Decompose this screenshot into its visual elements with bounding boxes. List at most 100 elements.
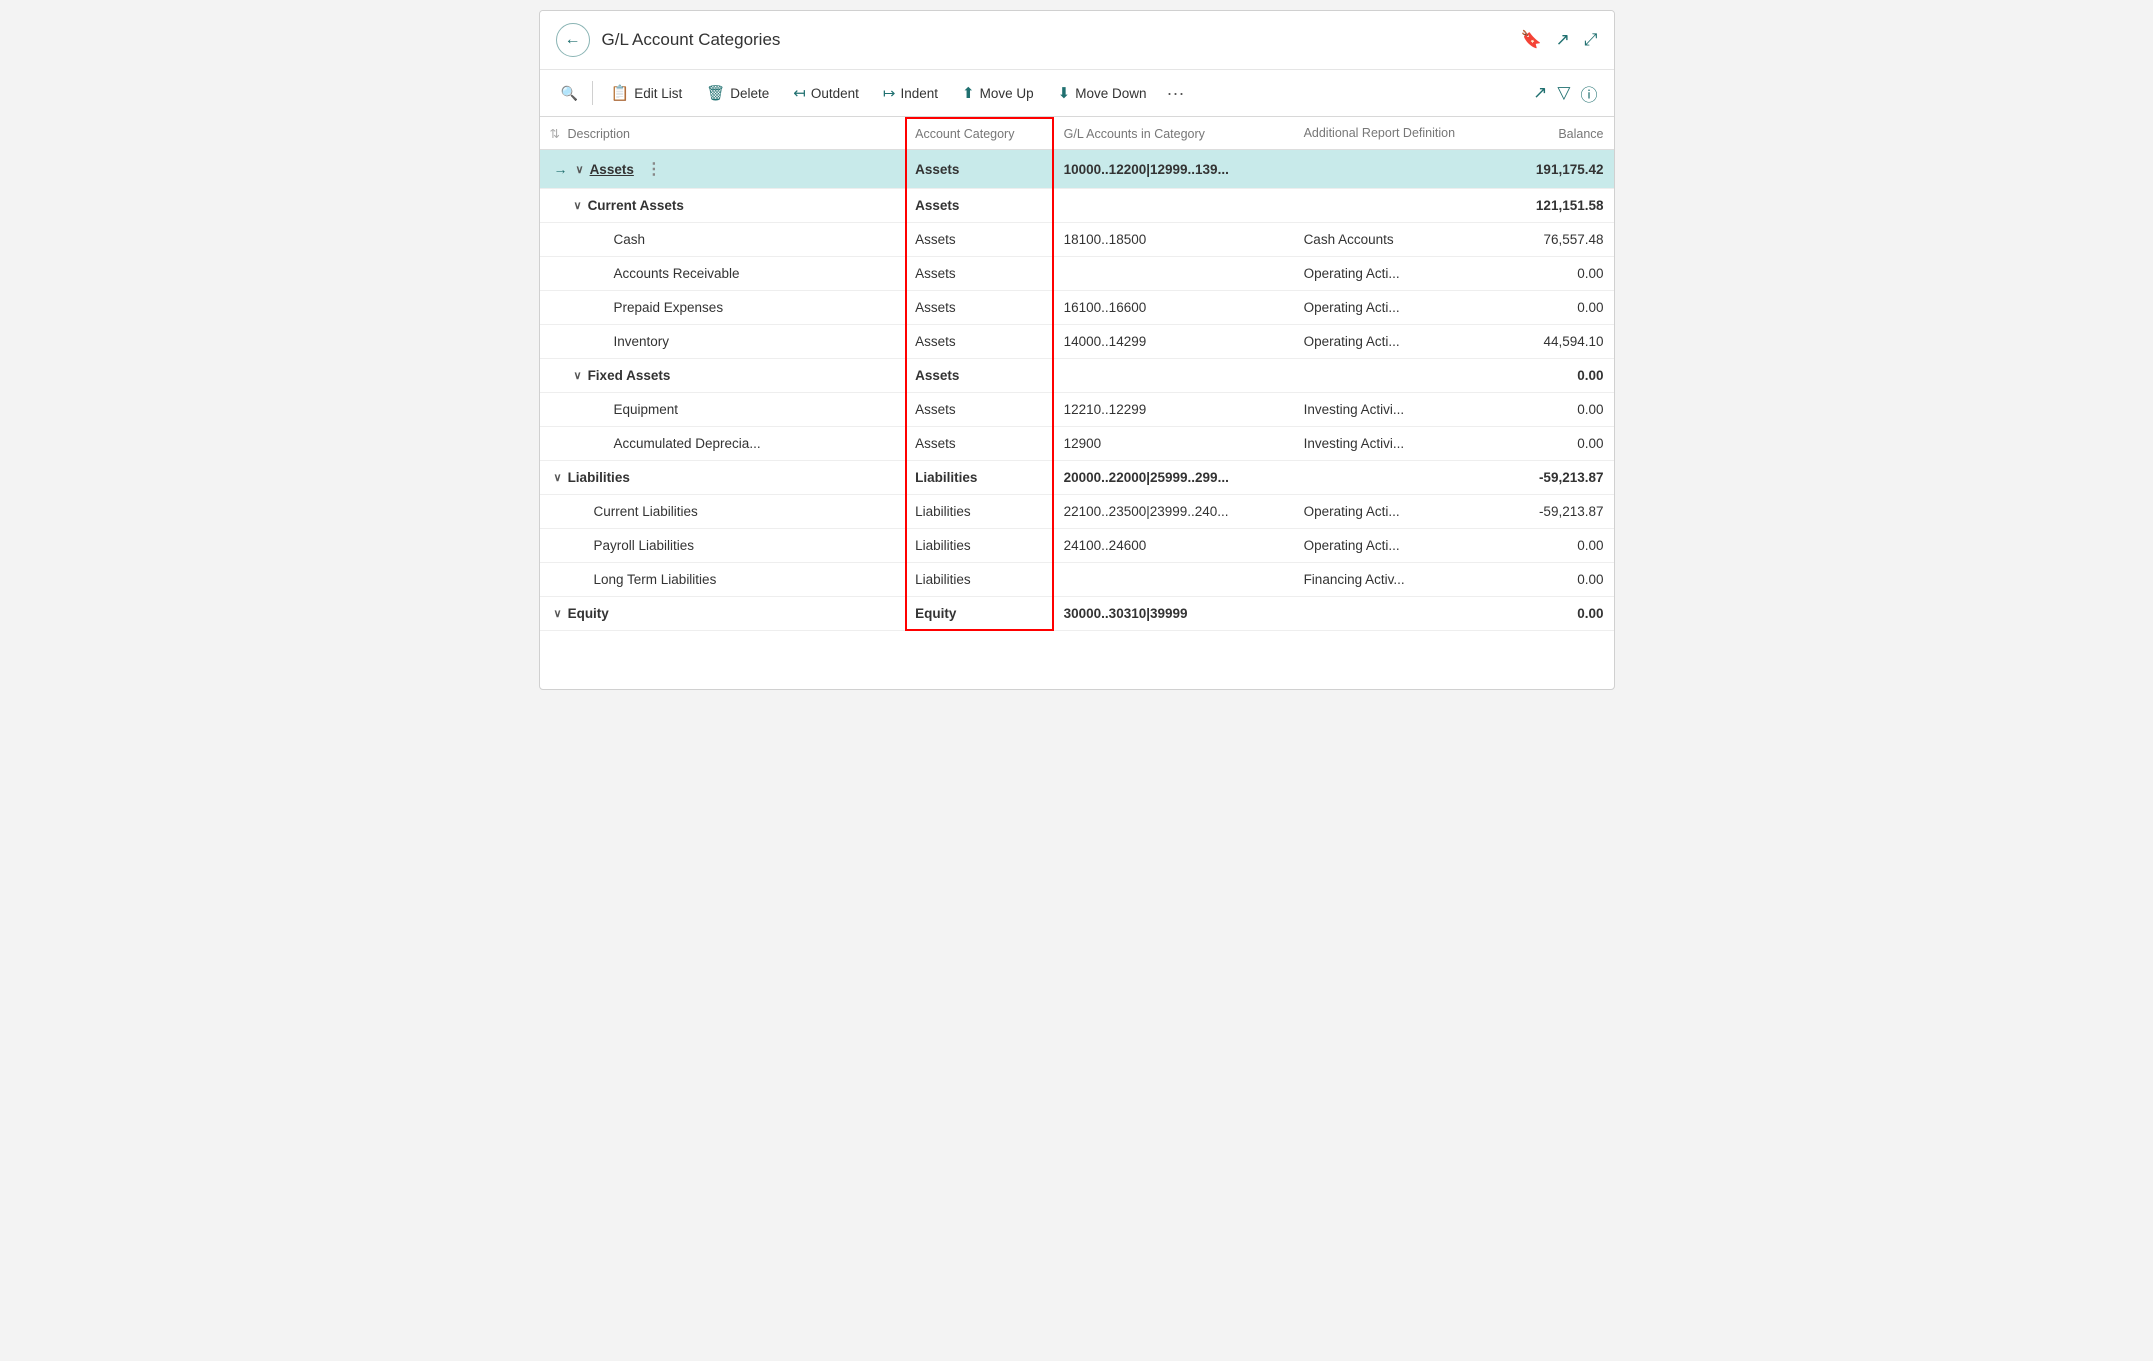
row-context-menu[interactable]: ⋮ — [646, 159, 662, 179]
cell-gl-accounts: 12210..12299 — [1054, 393, 1294, 427]
cell-gl-accounts: 14000..14299 — [1054, 325, 1294, 359]
cell-balance: 0.00 — [1476, 427, 1613, 461]
search-button[interactable]: 🔍 — [556, 79, 584, 107]
cell-additional-report — [1294, 189, 1477, 223]
cell-additional-report — [1294, 150, 1477, 189]
export-icon[interactable]: ↗ — [1533, 83, 1547, 103]
cell-additional-report: Operating Acti... — [1294, 257, 1477, 291]
description-text: Fixed Assets — [588, 368, 671, 383]
row-arrow-indicator: → — [554, 161, 568, 177]
cell-additional-report: Operating Acti... — [1294, 291, 1477, 325]
cell-account-category: Assets — [905, 359, 1054, 393]
table-row[interactable]: InventoryAssets14000..14299Operating Act… — [540, 325, 1614, 359]
cell-description: Cash — [540, 223, 906, 257]
cell-additional-report: Cash Accounts — [1294, 223, 1477, 257]
cell-account-category: Assets — [905, 257, 1054, 291]
move-up-label: Move Up — [980, 86, 1034, 101]
table-row[interactable]: ∨EquityEquity30000..30310|399990.00 — [540, 597, 1614, 631]
table-row[interactable]: EquipmentAssets12210..12299Investing Act… — [540, 393, 1614, 427]
cell-additional-report: Operating Acti... — [1294, 495, 1477, 529]
title-actions: 🔖 ↗ ⤢ — [1520, 30, 1597, 50]
sort-icon: ⇅ — [550, 127, 560, 141]
table-row[interactable]: ∨Current AssetsAssets121,151.58 — [540, 189, 1614, 223]
cell-description: Inventory — [540, 325, 906, 359]
table-row[interactable]: Accumulated Deprecia...Assets12900Invest… — [540, 427, 1614, 461]
cell-description: ∨Liabilities — [540, 461, 906, 495]
title-bar: ← G/L Account Categories 🔖 ↗ ⤢ — [540, 11, 1614, 70]
chevron-icon[interactable]: ∨ — [554, 607, 562, 620]
delete-icon: 🗑 — [706, 84, 725, 102]
table-wrapper: ⇅ Description Account Category G/L Accou… — [540, 117, 1614, 631]
move-down-button[interactable]: ⬇ Move Down — [1048, 78, 1157, 108]
edit-list-button[interactable]: 📋 Edit List — [601, 78, 693, 108]
chevron-icon[interactable]: ∨ — [574, 199, 582, 212]
cell-description: Accumulated Deprecia... — [540, 427, 906, 461]
cell-description: Long Term Liabilities — [540, 563, 906, 597]
cell-balance: -59,213.87 — [1476, 461, 1613, 495]
cell-description: → ∨ Assets ⋮ — [540, 150, 906, 189]
cell-additional-report — [1294, 597, 1477, 631]
share-icon[interactable]: ↗ — [1556, 30, 1570, 50]
back-button[interactable]: ← — [556, 23, 590, 57]
cell-balance: 76,557.48 — [1476, 223, 1613, 257]
table-row[interactable]: ∨Fixed AssetsAssets0.00 — [540, 359, 1614, 393]
cell-description: Payroll Liabilities — [540, 529, 906, 563]
more-options-button[interactable]: ··· — [1161, 83, 1191, 104]
bookmark-icon[interactable]: 🔖 — [1520, 30, 1541, 50]
cell-additional-report: Financing Activ... — [1294, 563, 1477, 597]
expand-icon[interactable]: ⤢ — [1584, 30, 1598, 50]
cell-gl-accounts: 16100..16600 — [1054, 291, 1294, 325]
indent-icon: ↦ — [883, 84, 896, 102]
table-container[interactable]: ⇅ Description Account Category G/L Accou… — [540, 117, 1614, 631]
chevron-icon[interactable]: ∨ — [574, 369, 582, 382]
cell-description: Equipment — [540, 393, 906, 427]
chevron-icon[interactable]: ∨ — [554, 471, 562, 484]
table-row[interactable]: Prepaid ExpensesAssets16100..16600Operat… — [540, 291, 1614, 325]
filter-icon[interactable]: ▽ — [1557, 83, 1570, 103]
edit-list-icon: 📋 — [611, 84, 630, 102]
cell-balance: 0.00 — [1476, 563, 1613, 597]
cell-balance: 0.00 — [1476, 393, 1613, 427]
indent-button[interactable]: ↦ Indent — [873, 78, 948, 108]
chevron-icon[interactable]: ∨ — [576, 163, 584, 176]
cell-account-category: Liabilities — [905, 563, 1054, 597]
table-row[interactable]: Payroll LiabilitiesLiabilities24100..246… — [540, 529, 1614, 563]
table-row[interactable]: Accounts Receivable Assets Operating Acti.… — [540, 257, 1614, 291]
cell-gl-accounts: 24100..24600 — [1054, 529, 1294, 563]
cell-additional-report: Investing Activi... — [1294, 393, 1477, 427]
app-window: ← G/L Account Categories 🔖 ↗ ⤢ 🔍 📋 Edit … — [539, 10, 1615, 690]
description-text: Equity — [568, 606, 609, 621]
table-row[interactable]: Current LiabilitiesLiabilities22100..235… — [540, 495, 1614, 529]
cell-gl-accounts — [1054, 257, 1294, 291]
cell-account-category: Assets — [905, 223, 1054, 257]
cell-description: ∨Current Assets — [540, 189, 906, 223]
cell-account-category: Liabilities — [905, 461, 1054, 495]
move-up-button[interactable]: ⬆ Move Up — [952, 78, 1044, 108]
outdent-button[interactable]: ↤ Outdent — [783, 78, 869, 108]
table-row[interactable]: ∨LiabilitiesLiabilities20000..22000|2599… — [540, 461, 1614, 495]
cell-gl-accounts: 20000..22000|25999..299... — [1054, 461, 1294, 495]
cell-gl-accounts — [1054, 359, 1294, 393]
cell-additional-report: Operating Acti... — [1294, 529, 1477, 563]
th-additional-report: Additional Report Definition — [1294, 117, 1477, 150]
th-gl-accounts: G/L Accounts in Category — [1054, 117, 1294, 150]
cell-balance: 0.00 — [1476, 529, 1613, 563]
description-text: Cash — [614, 232, 646, 247]
toolbar-right-actions: ↗ ▽ ⓘ — [1533, 81, 1597, 106]
cell-description: ∨ Fixed Assets — [540, 359, 906, 393]
description-text: Prepaid Expenses — [614, 300, 724, 315]
description-text: Accounts Receivable — [614, 266, 740, 281]
table-row[interactable]: → ∨ Assets ⋮Assets 10000..12200|12999..139..… — [540, 150, 1614, 189]
th-account-category: Account Category — [905, 117, 1054, 150]
table-row[interactable]: CashAssets18100..18500Cash Accounts76,55… — [540, 223, 1614, 257]
delete-button[interactable]: 🗑 Delete — [696, 78, 779, 108]
cell-account-category: Assets — [905, 427, 1054, 461]
description-text: Assets — [590, 162, 634, 177]
th-description: ⇅ Description — [540, 117, 906, 150]
cell-gl-accounts: 10000..12200|12999..139... — [1054, 150, 1294, 189]
table-row[interactable]: Long Term LiabilitiesLiabilities Financin… — [540, 563, 1614, 597]
description-text: Inventory — [614, 334, 670, 349]
table-body: →∨Assets⋮Assets10000..12200|12999..139..… — [540, 150, 1614, 631]
info-icon[interactable]: ⓘ — [1581, 81, 1598, 106]
description-text: Current Liabilities — [594, 504, 698, 519]
